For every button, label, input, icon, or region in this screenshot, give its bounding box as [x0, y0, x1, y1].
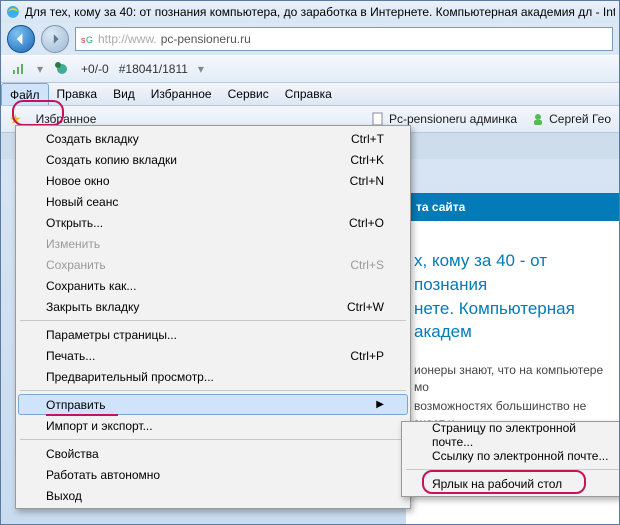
url-protocol: http://www. — [98, 32, 157, 46]
titlebar: Для тех, кому за 40: от познания компьют… — [1, 1, 619, 23]
dd-page-setup[interactable]: Параметры страницы... — [18, 324, 408, 345]
file-dropdown: Создать вкладкуCtrl+T Создать копию вкла… — [15, 125, 411, 509]
dd-print-preview[interactable]: Предварительный просмотр... — [18, 366, 408, 387]
site-nav-band: та сайта — [406, 193, 619, 221]
heading-line-2: нете. Компьютерная академ — [414, 299, 575, 342]
person-icon — [531, 112, 545, 126]
separator — [406, 469, 620, 470]
dd-work-offline[interactable]: Работать автономно — [18, 464, 408, 485]
dd-close-tab[interactable]: Закрыть вкладкуCtrl+W — [18, 296, 408, 317]
dd-open[interactable]: Открыть...Ctrl+O — [18, 212, 408, 233]
dd-import-export[interactable]: Импорт и экспорт... — [18, 415, 408, 436]
site-favicon-icon: sG — [80, 32, 94, 46]
globe-icon[interactable] — [53, 60, 71, 78]
favorites-label[interactable]: Избранное — [36, 112, 97, 126]
menu-file[interactable]: Файл — [1, 83, 49, 105]
menubar: Файл Правка Вид Избранное Сервис Справка — [1, 83, 619, 106]
dd-duplicate-tab[interactable]: Создать копию вкладкиCtrl+K — [18, 149, 408, 170]
menu-favorites[interactable]: Избранное — [143, 83, 220, 105]
menu-tools[interactable]: Сервис — [220, 83, 277, 105]
window-title: Для тех, кому за 40: от познания компьют… — [25, 5, 615, 19]
address-bar[interactable]: sG http://www. pc-pensioneru.ru — [75, 27, 613, 51]
dd-new-tab[interactable]: Создать вкладкуCtrl+T — [18, 128, 408, 149]
dd-properties[interactable]: Свойства — [18, 443, 408, 464]
dd-exit[interactable]: Выход — [18, 485, 408, 506]
annotation-underline-send — [46, 414, 118, 416]
dd-send[interactable]: Отправить▶ — [18, 394, 408, 415]
dd-new-window[interactable]: Новое окноCtrl+N — [18, 170, 408, 191]
separator — [20, 439, 406, 440]
svg-text:G: G — [86, 35, 93, 45]
page-icon — [371, 112, 385, 126]
secondary-toolbar: ▾ +0/-0 #18041/1811 ▾ — [1, 55, 619, 83]
forward-button[interactable] — [41, 25, 69, 53]
menu-help[interactable]: Справка — [277, 83, 340, 105]
send-submenu: Страницу по электронной почте... Ссылку … — [401, 421, 620, 497]
browser-window: Для тех, кому за 40: от познания компьют… — [0, 0, 620, 525]
dd-print[interactable]: Печать...Ctrl+P — [18, 345, 408, 366]
paragraph-1: ионеры знают, что на компьютере мо — [414, 362, 619, 396]
sm-page-by-email[interactable]: Страницу по электронной почте... — [404, 424, 620, 445]
ie-logo-icon — [5, 4, 21, 20]
separator — [20, 390, 406, 391]
separator — [20, 320, 406, 321]
menu-edit[interactable]: Правка — [49, 83, 106, 105]
sm-shortcut-desktop[interactable]: Ярлык на рабочий стол — [404, 473, 620, 494]
fav-item-2[interactable]: Сергей Гео — [531, 112, 611, 126]
dd-edit: Изменить — [18, 233, 408, 254]
zoom-indicator: +0/-0 — [81, 62, 109, 76]
nav-row: sG http://www. pc-pensioneru.ru — [1, 23, 619, 55]
pagerank-icon[interactable] — [9, 60, 27, 78]
fav-item-1[interactable]: Pc-pensioneru админка — [371, 112, 517, 126]
url-text: pc-pensioneru.ru — [161, 32, 251, 46]
submenu-arrow-icon: ▶ — [376, 399, 384, 410]
sm-link-by-email[interactable]: Ссылку по электронной почте... — [404, 445, 620, 466]
dd-new-session[interactable]: Новый сеанс — [18, 191, 408, 212]
dd-save: СохранитьCtrl+S — [18, 254, 408, 275]
heading-line-1: х, кому за 40 - от познания — [414, 251, 547, 294]
back-button[interactable] — [7, 25, 35, 53]
counter-indicator: #18041/1811 — [119, 62, 188, 76]
menu-view[interactable]: Вид — [105, 83, 143, 105]
dd-save-as[interactable]: Сохранить как... — [18, 275, 408, 296]
